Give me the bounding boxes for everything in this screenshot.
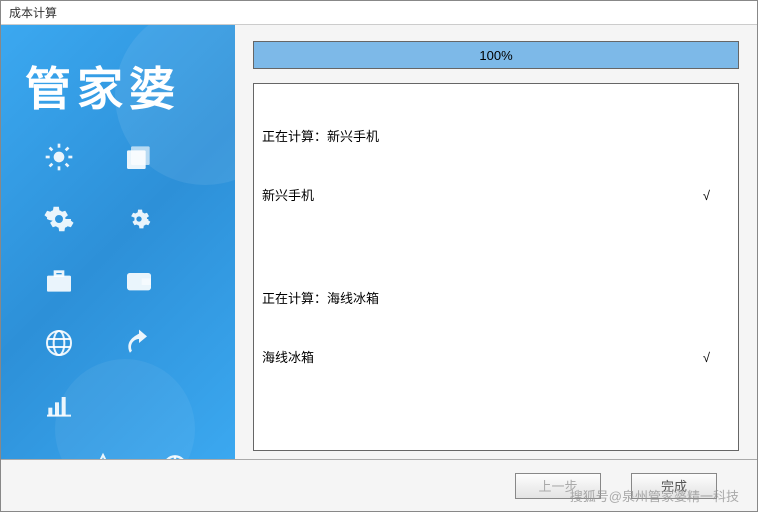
main-panel: 100% 正在计算：新兴手机 新兴手机 √ 正在计算：海线冰箱 海线冰箱 √ 成…: [235, 25, 757, 459]
log-output[interactable]: 正在计算：新兴手机 新兴手机 √ 正在计算：海线冰箱 海线冰箱 √ 成本计算完成…: [253, 83, 739, 451]
undo-icon: [121, 325, 157, 361]
check-icon: √: [703, 348, 730, 368]
wallet-icon: [121, 263, 157, 299]
progress-bar: 100%: [253, 41, 739, 69]
piechart-icon: [157, 449, 193, 459]
content-area: 管家婆: [1, 25, 757, 459]
button-bar: 上一步 完成: [1, 459, 757, 511]
gear-small-icon: [121, 201, 157, 237]
window-titlebar: 成本计算: [1, 1, 757, 25]
finish-button[interactable]: 完成: [631, 473, 717, 499]
sun-icon: [41, 139, 77, 175]
log-line: 新兴手机 √: [262, 186, 730, 206]
stack-icon: [121, 139, 157, 175]
sidebar-icon-grid: [1, 119, 235, 459]
brand-logo: 管家婆: [1, 25, 235, 119]
gear-icon: [41, 201, 77, 237]
log-line: 正在计算：海线冰箱: [262, 289, 730, 309]
log-line: 正在计算：新兴手机: [262, 127, 730, 147]
sidebar: 管家婆: [1, 25, 235, 459]
star-icon: [85, 449, 121, 459]
log-line: 海线冰箱 √: [262, 348, 730, 368]
briefcase-icon: [41, 263, 77, 299]
check-icon: √: [703, 186, 730, 206]
window-title: 成本计算: [9, 6, 57, 20]
barchart-icon: [41, 387, 77, 423]
globe-icon: [41, 325, 77, 361]
progress-label: 100%: [254, 42, 738, 68]
prev-button[interactable]: 上一步: [515, 473, 601, 499]
